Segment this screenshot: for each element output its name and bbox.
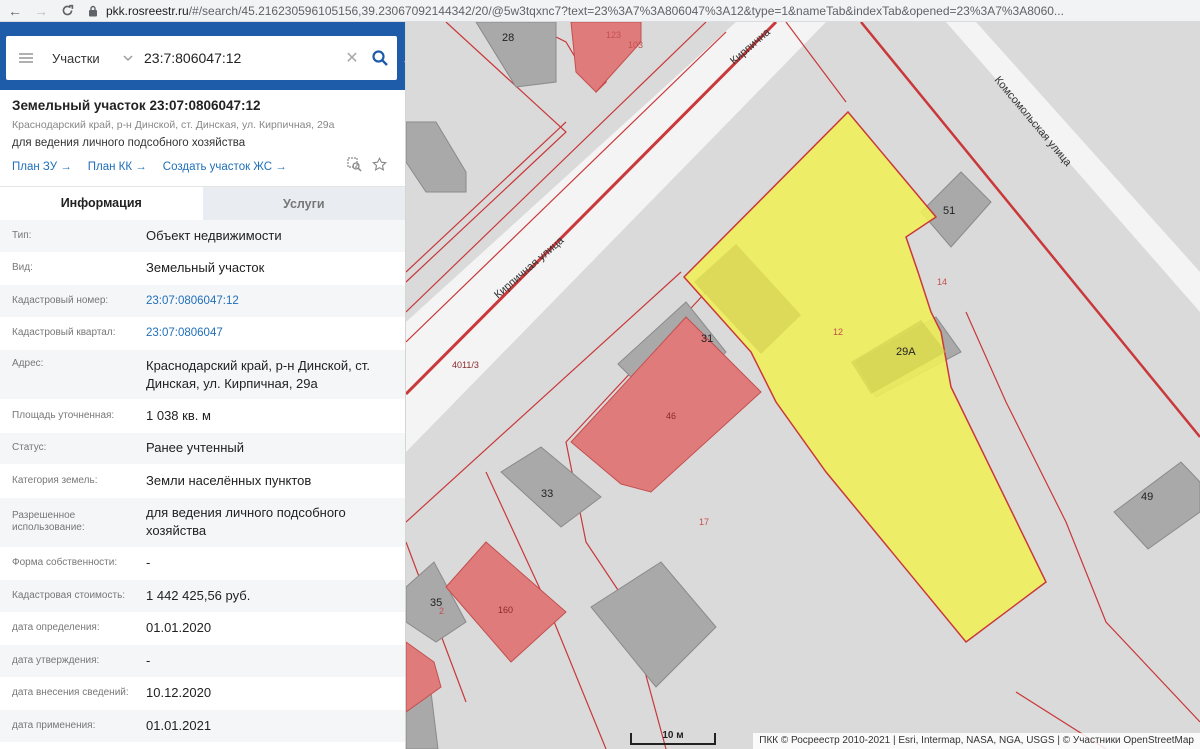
map-svg[interactable]: Кирпичная улица Кирпична Комсомольская у… [406,22,1200,749]
info-value: 01.01.2020 [146,620,212,636]
label-51: 51 [943,205,955,217]
info-value: Объект недвижимости [146,227,282,243]
label-29a: 29А [896,346,916,358]
cadastral-quarter-link[interactable]: 23:07:0806047 [146,322,405,344]
reload-icon[interactable] [54,0,80,22]
info-row-date-approved: дата утверждения: - [0,645,405,678]
search-input[interactable] [138,38,341,78]
info-value: для ведения личного подсобного хозяйства [146,505,346,538]
info-row-permitted-use: Разрешенное использование: для ведения ли… [0,497,405,548]
info-value: Земельный участок [146,260,265,276]
address-bar[interactable]: pkk.rosreestr.ru/#/search/45.21623059610… [86,0,1200,22]
label-12: 12 [833,327,843,337]
parcel-address: Краснодарский край, р-н Динской, ст. Дин… [12,119,335,131]
label-33: 33 [541,488,553,500]
info-value: Краснодарский край, р-н Динской, ст. Дин… [146,357,370,391]
clear-icon[interactable]: ✕ [341,48,363,68]
info-label: Кадастровый квартал: [12,327,116,339]
lock-icon [86,4,100,18]
label-160: 160 [498,605,513,615]
collapse-panel-button[interactable]: ‹ [399,46,405,76]
label-17: 17 [699,517,709,527]
url-path: /#/search/45.216230596105156,39.23067092… [188,3,1064,18]
info-label: Кадастровый номер: [12,294,109,306]
label-49: 49 [1141,491,1153,503]
tab-services[interactable]: Услуги [202,187,405,220]
map-attribution: ПКК © Росреестр 2010-2021 | Esri, Interm… [753,733,1200,749]
label-31: 31 [701,333,713,345]
info-value: 1 442 425,56 руб. [146,587,251,603]
link-create-zs[interactable]: Создать участок ЖС → [163,161,287,173]
info-label: Тип: [12,229,32,241]
search-header: Участки ✕ ‹ [0,22,405,90]
cadastral-number-link[interactable]: 23:07:0806047:12 [146,290,405,312]
info-row-date-applied: дата применения: 01.01.2021 [0,710,405,743]
info-label: Площадь уточненная: [12,409,115,421]
info-label: дата внесения сведений: [12,687,129,699]
label-2: 2 [439,606,444,616]
info-label: Форма собственности: [12,557,118,569]
info-row-ownership: Форма собственности: - [0,547,405,580]
info-value: Земли населённых пунктов [146,472,312,488]
info-table: Тип: Объект недвижимости Вид: Земельный уч… [0,220,405,743]
url-host: pkk.rosreestr.ru [106,3,189,18]
label-103: 103 [628,40,643,50]
info-row-cadastral-quarter: Кадастровый квартал: 23:07:0806047 [0,317,405,350]
info-value: 01.01.2021 [146,717,212,733]
info-label: Кадастровая стоимость: [12,589,126,601]
info-label: Категория земель: [12,474,98,486]
star-icon[interactable] [372,156,387,177]
label-28: 28 [502,32,514,44]
info-value: Ранее учтенный [146,440,244,456]
parcel-header: Земельный участок 23:07:0806047:12 Красн… [0,90,405,176]
tab-information[interactable]: Информация [0,187,203,220]
link-plan-kk[interactable]: План КК → [88,161,147,173]
info-label: Адрес: [12,358,44,369]
info-label: Вид: [12,262,33,274]
info-value: 10.12.2020 [146,685,212,701]
label-46: 46 [666,411,676,421]
label-14: 14 [937,277,947,287]
forward-arrow-icon[interactable]: → [28,0,54,22]
info-value: - [146,555,151,571]
search-box: Участки ✕ [6,36,397,80]
map-canvas[interactable]: Кирпичная улица Кирпична Комсомольская у… [406,22,1200,749]
info-row-cadastral-cost: Кадастровая стоимость: 1 442 425,56 руб. [0,580,405,613]
info-label: дата утверждения: [12,654,100,666]
info-row-category: Категория земель: Земли населённых пункто… [0,465,405,498]
info-label: дата применения: [12,719,96,731]
tabs: Информация Услуги [0,186,405,220]
info-value: 1 038 кв. м [146,407,211,423]
parcel-title: Земельный участок 23:07:0806047:12 [12,98,261,113]
chevron-down-icon[interactable] [118,52,138,64]
url-text: pkk.rosreestr.ru/#/search/45.21623059610… [106,4,1064,18]
info-row-area: Площадь уточненная: 1 038 кв. м [0,400,405,433]
info-row-date-determined: дата определения: 01.01.2020 [0,612,405,645]
info-row-cadastral-number: Кадастровый номер: 23:07:0806047:12 [0,285,405,318]
browser-toolbar: ← → pkk.rosreestr.ru/#/search/45.2162305… [0,0,1200,22]
link-plan-zu[interactable]: План ЗУ → [12,161,72,173]
info-row-kind: Вид: Земельный участок [0,252,405,285]
label-4011-3: 4011/3 [452,360,479,370]
label-123: 123 [606,30,621,40]
scale-bar: 10 м [630,730,716,745]
zoom-to-object-icon[interactable] [347,157,362,177]
parcel-purpose: для ведения личного подсобного хозяйства [12,137,246,149]
info-row-type: Тип: Объект недвижимости [0,220,405,253]
left-panel: Участки ✕ ‹ Земельный участок 23:07:0806… [0,22,406,749]
scale-label: 10 м [662,730,684,741]
menu-icon[interactable] [6,36,46,80]
info-row-date-entered: дата внесения сведений: 10.12.2020 [0,677,405,710]
info-label: Статус: [12,442,47,454]
search-button[interactable] [363,36,397,80]
info-row-address: Адрес: Краснодарский край, р-н Динской, с… [0,350,405,400]
info-row-status: Статус: Ранее учтенный [0,432,405,465]
search-type-select[interactable]: Участки [46,51,118,66]
parcel-links: План ЗУ → План КК → Создать участок ЖС → [12,156,393,177]
back-arrow-icon[interactable]: ← [2,0,28,22]
info-label: Разрешенное использование: [12,510,85,533]
info-label: дата определения: [12,622,100,634]
info-value: - [146,652,151,668]
search-icon [372,50,388,66]
